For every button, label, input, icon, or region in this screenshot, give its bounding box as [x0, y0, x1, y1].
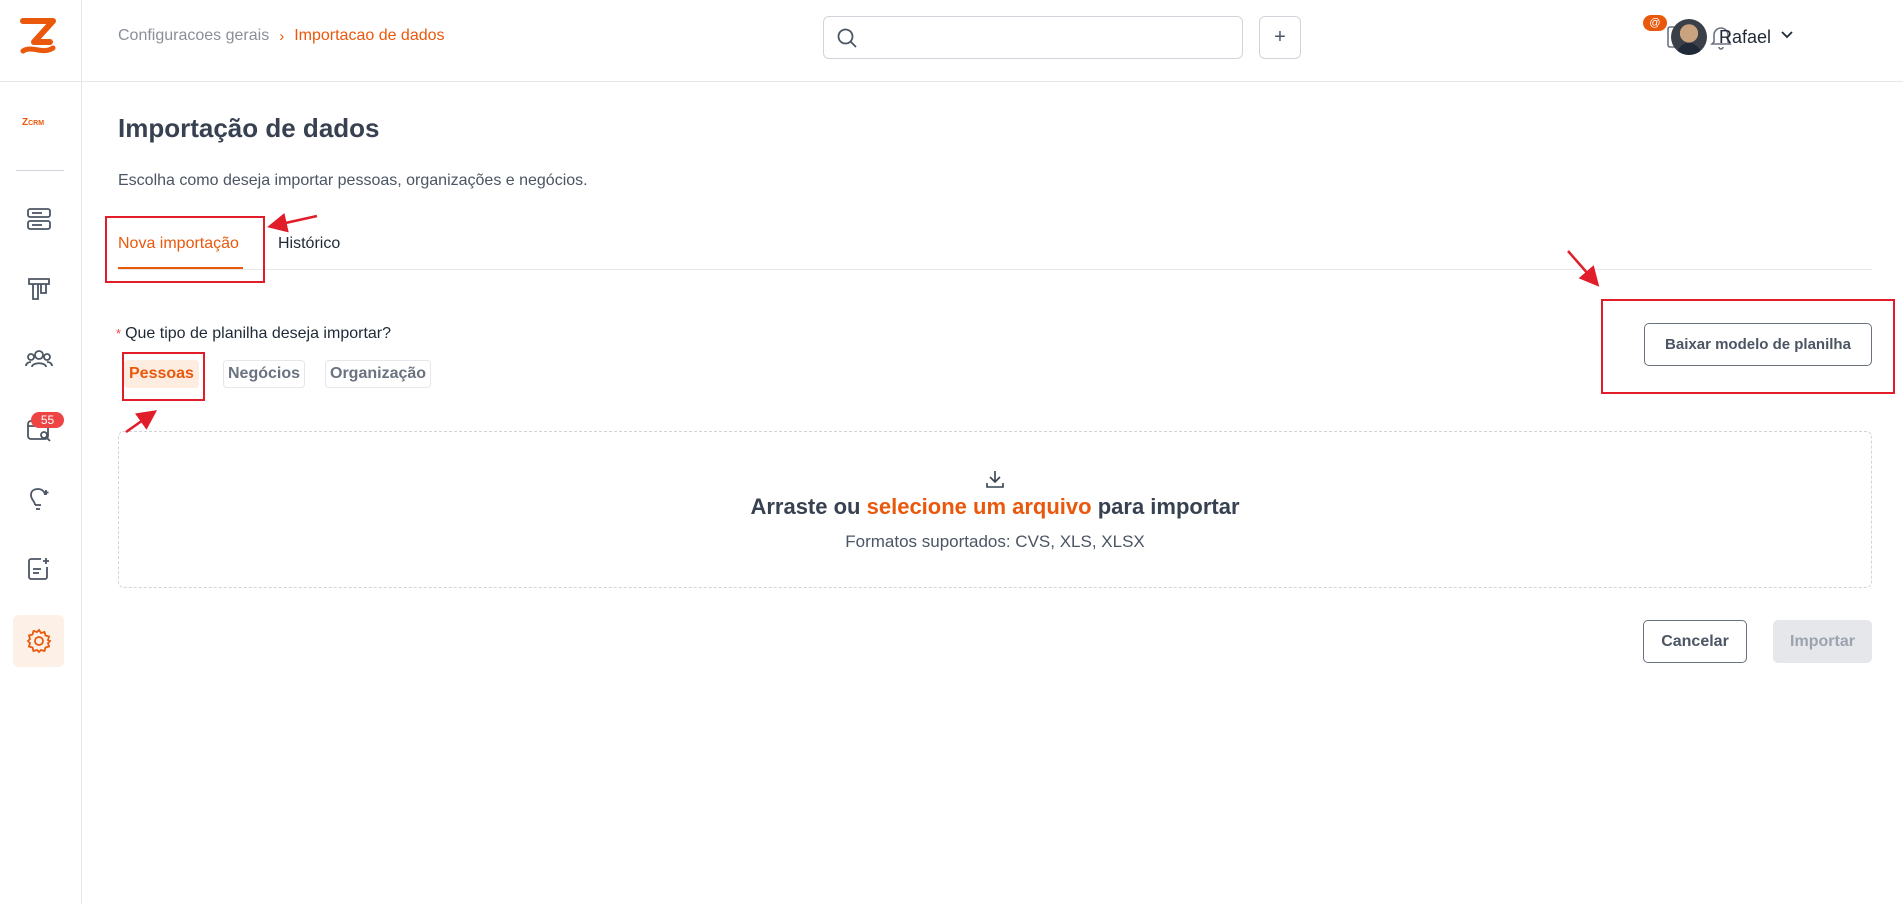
lightbulb-icon [29, 488, 48, 510]
type-option-organizacao[interactable]: Organização [325, 360, 432, 388]
tab-historico[interactable]: Histórico [278, 235, 340, 253]
download-icon [986, 471, 1004, 488]
add-button[interactable]: + [1259, 16, 1301, 59]
search-box[interactable] [823, 16, 1243, 59]
avatar[interactable] [1671, 19, 1707, 55]
sidebar-divider [16, 170, 64, 171]
page-title: Importação de dados [118, 113, 380, 143]
app-logo[interactable] [20, 18, 56, 56]
search-icon [837, 28, 857, 48]
server-icon [26, 208, 51, 230]
question-label: Que tipo de planilha deseja importar? [125, 325, 392, 342]
chevron-down-icon[interactable] [1780, 30, 1794, 40]
annotation-box-download [1601, 299, 1895, 394]
zcrm-brand[interactable]: ZCRM [22, 117, 44, 128]
sidebar-item-notes[interactable] [13, 543, 64, 595]
annotation-box-tab [105, 216, 265, 283]
annotation-box-pessoas [122, 352, 205, 401]
dropzone-title: Arraste ou selecione um arquivo para imp… [750, 494, 1240, 519]
sidebar: ZCRM 55 [0, 0, 82, 904]
sidebar-item-contacts[interactable] [13, 333, 64, 385]
breadcrumb-import: Importacao de dados [294, 27, 445, 44]
breadcrumb-settings[interactable]: Configuracoes gerais [118, 27, 269, 45]
topbar: Configuracoes gerais › Importacao de dad… [82, 0, 1903, 82]
user-name[interactable]: Rafael [1719, 27, 1771, 48]
breadcrumb: Configuracoes gerais › Importacao de dad… [118, 27, 445, 45]
notification-badge: @ [1643, 15, 1667, 31]
spreadsheet-type-question: * Que tipo de planilha deseja importar? [116, 325, 391, 343]
sidebar-item-agenda[interactable] [13, 403, 64, 455]
gear-icon [26, 628, 52, 654]
sidebar-top-divider [0, 81, 82, 82]
sidebar-item-databases[interactable] [13, 193, 64, 245]
import-tabs: Nova importação Histórico [118, 228, 1872, 270]
sidebar-item-settings[interactable] [13, 615, 64, 667]
page-subtitle: Escolha como deseja importar pessoas, or… [118, 172, 588, 189]
users-icon [24, 350, 53, 368]
sidebar-item-ideas[interactable] [13, 473, 64, 525]
notes-icon [27, 558, 49, 580]
file-dropzone[interactable]: Arraste ou selecione um arquivo para imp… [118, 431, 1872, 588]
search-input[interactable] [870, 25, 1230, 51]
type-option-negocios[interactable]: Negócios [223, 360, 306, 388]
breadcrumb-separator: › [279, 27, 285, 45]
cancel-button[interactable]: Cancelar [1643, 620, 1747, 663]
agenda-count-badge: 55 [31, 412, 64, 428]
import-button[interactable]: Importar [1773, 620, 1872, 663]
sidebar-item-pipeline[interactable] [13, 263, 64, 315]
select-file-link[interactable]: selecione um arquivo [867, 494, 1092, 519]
kanban-icon [27, 278, 50, 300]
required-mark: * [116, 326, 122, 341]
supported-formats: Formatos suportados: CVS, XLS, XLSX [845, 532, 1145, 551]
